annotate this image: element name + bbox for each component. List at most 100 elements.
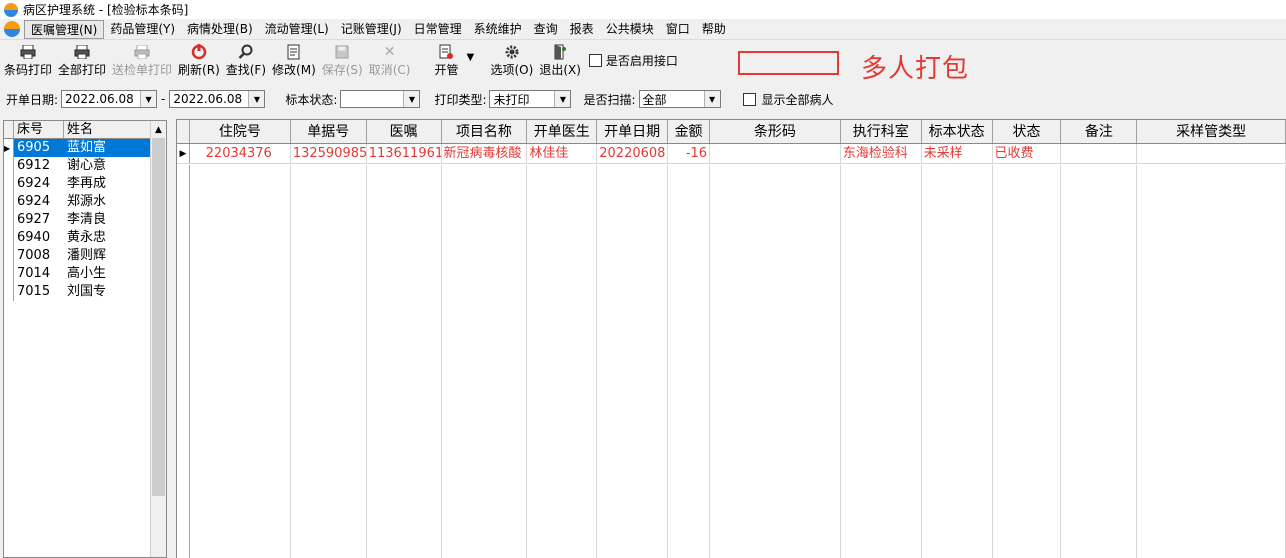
patient-row[interactable]: 7015 刘国专 (4, 283, 166, 301)
column-header[interactable]: 金额 (668, 120, 711, 143)
checkbox-box[interactable] (588, 54, 602, 67)
patient-row[interactable]: ▶ 6905 蓝如富 (4, 139, 166, 157)
patient-row[interactable]: 6927 李清良 (4, 211, 166, 229)
row-indicator (4, 193, 14, 211)
column-line (177, 165, 190, 558)
menu-item-4[interactable]: 记账管理(J) (335, 20, 408, 39)
print-all-button[interactable]: 全部打印 (58, 40, 106, 82)
save-button[interactable]: 保存(S) (322, 40, 363, 82)
options-button[interactable]: 选项(O) (491, 40, 533, 82)
date-from-picker[interactable]: 2022.06.08 ▼ (61, 90, 158, 108)
mdi-child-icon[interactable] (4, 21, 20, 37)
scroll-up-icon[interactable]: ▲ (151, 121, 166, 138)
column-header[interactable]: 标本状态 (922, 120, 993, 143)
column-header[interactable]: 状态 (993, 120, 1062, 143)
menu-item-1[interactable]: 药品管理(Y) (104, 20, 181, 39)
menu-item-0[interactable]: 医嘱管理(N) (24, 19, 105, 39)
row-indicator (4, 157, 14, 175)
menu-item-6[interactable]: 系统维护 (468, 20, 528, 39)
menu-item-5[interactable]: 日常管理 (408, 20, 468, 39)
title-bar: 病区护理系统 - [检验标本条码] (0, 0, 1286, 19)
menu-item-2[interactable]: 病情处理(B) (181, 20, 259, 39)
column-line (710, 165, 841, 558)
grid-column-lines (177, 165, 1286, 558)
chevron-down-icon[interactable]: ▼ (140, 91, 157, 107)
date-to-picker[interactable]: 2022.06.08 ▼ (169, 90, 266, 108)
chevron-down-icon[interactable]: ▼ (403, 91, 420, 107)
scan-select[interactable]: 全部 ▼ (638, 90, 721, 108)
cancel-button[interactable]: ✕ 取消(C) (369, 40, 411, 82)
edit-document-icon (285, 44, 303, 60)
name-cell: 郑源水 (67, 194, 107, 209)
tube-document-icon (437, 44, 455, 60)
patient-row[interactable]: 6912 谢心意 (4, 157, 166, 175)
printer-icon (19, 44, 37, 60)
name-cell: 谢心意 (67, 158, 107, 173)
toolbar: 条码打印 全部打印 送检单打印 刷新(R) 查找(F) 修改(M) 保存(S) … (0, 40, 1286, 84)
sample-status-select[interactable]: ▼ (340, 90, 421, 108)
show-all-patients-checkbox[interactable] (742, 92, 756, 106)
bed-column-header[interactable]: 床号 (14, 121, 64, 138)
barcode-print-button[interactable]: 条码打印 (4, 40, 52, 82)
patient-row[interactable]: 6940 黄永忠 (4, 229, 166, 247)
multi-package-annotation: 多人打包 (861, 54, 970, 84)
column-line (1137, 165, 1286, 558)
name-cell: 黄永忠 (67, 230, 107, 245)
patient-row[interactable]: 6924 李再成 (4, 175, 166, 193)
row-indicator (4, 229, 14, 247)
name-column-header[interactable]: 姓名 (64, 121, 150, 138)
column-header[interactable]: 采样管类型 (1137, 120, 1286, 143)
name-cell: 蓝如富 (64, 139, 150, 157)
scan-label: 是否扫描: (583, 92, 636, 107)
table-cell (710, 144, 841, 163)
column-line (367, 165, 442, 558)
column-header[interactable]: 医嘱 (367, 120, 442, 143)
menu-item-11[interactable]: 帮助 (696, 20, 732, 39)
row-indicator (4, 283, 14, 301)
menu-item-3[interactable]: 流动管理(L) (259, 20, 335, 39)
patient-row[interactable]: 6924 郑源水 (4, 193, 166, 211)
scrollbar-thumb[interactable] (152, 138, 165, 496)
patient-row[interactable]: 7014 高小生 (4, 265, 166, 283)
column-header[interactable]: 开单日期 (597, 120, 669, 143)
table-cell: 113611961 (368, 144, 442, 163)
column-header[interactable]: 条形码 (710, 120, 841, 143)
column-header[interactable]: 单据号 (291, 120, 367, 143)
column-line (597, 165, 669, 558)
menu-item-10[interactable]: 窗口 (660, 20, 696, 39)
column-header[interactable]: 开单医生 (527, 120, 598, 143)
table-cell (1061, 144, 1138, 163)
exit-door-icon (551, 44, 569, 60)
table-row[interactable]: ▶ 22034376 132590985 113611961 新冠病毒核酸 林佳佳 2022… (177, 144, 1286, 164)
patient-row[interactable]: 7008 潘则辉 (4, 247, 166, 265)
print-lab-sheet-button[interactable]: 送检单打印 (112, 40, 172, 82)
column-header[interactable]: 项目名称 (442, 120, 528, 143)
exit-button[interactable]: 退出(X) (539, 40, 581, 82)
refresh-icon (190, 44, 208, 60)
bed-cell: 7008 (17, 248, 51, 263)
chevron-down-icon[interactable]: ▼ (248, 91, 265, 107)
bed-cell: 7014 (17, 266, 51, 281)
open-tube-dropdown-icon[interactable]: ▼ (467, 52, 481, 63)
menu-item-7[interactable]: 查询 (528, 20, 564, 39)
enable-interface-checkbox[interactable]: 是否启用接口 (588, 52, 678, 69)
column-header[interactable]: 执行科室 (841, 120, 922, 143)
modify-button[interactable]: 修改(M) (272, 40, 316, 82)
column-header[interactable]: 住院号 (190, 120, 291, 143)
refresh-button[interactable]: 刷新(R) (178, 40, 220, 82)
table-cell: 132590985 (292, 144, 367, 163)
patient-list: 床号 姓名 ▶ 6905 蓝如富 6912 谢心意 6924 李再成 6924 郑源水 6927 李… (3, 120, 167, 558)
chevron-down-icon[interactable]: ▼ (554, 91, 571, 107)
print-type-select[interactable]: 未打印 ▼ (489, 90, 572, 108)
chevron-down-icon[interactable]: ▼ (703, 91, 720, 107)
specimen-grid: 住院号 单据号 医嘱 项目名称 开单医生 开单日期 金额 条形码 执行科室 标本状态 状态 备注 采样管… (176, 119, 1286, 558)
patient-list-scrollbar[interactable]: ▲ (150, 121, 166, 557)
open-tube-button[interactable]: 开管 (434, 40, 459, 82)
column-line (1061, 165, 1138, 558)
window-title: 病区护理系统 - [检验标本条码] (23, 3, 189, 17)
menu-item-8[interactable]: 报表 (564, 20, 600, 39)
patient-list-body: ▶ 6905 蓝如富 6912 谢心意 6924 李再成 6924 郑源水 6927 李清良 6940… (4, 139, 166, 301)
find-button[interactable]: 查找(F) (226, 40, 266, 82)
column-header[interactable]: 备注 (1061, 120, 1138, 143)
menu-item-9[interactable]: 公共模块 (600, 20, 660, 39)
